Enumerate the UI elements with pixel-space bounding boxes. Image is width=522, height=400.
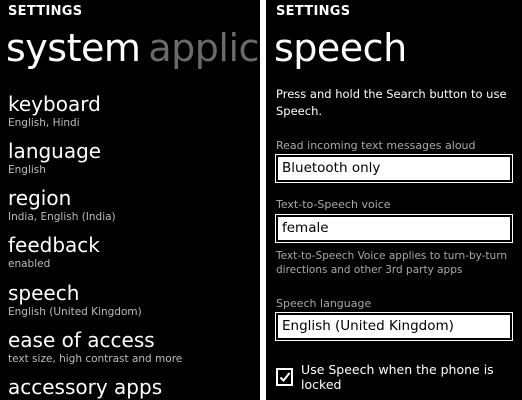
item-subtitle: text size, high contrast and more: [8, 353, 183, 365]
tts-voice-label: Text-to-Speech voice: [276, 198, 391, 211]
checkmark-icon: [279, 372, 290, 382]
item-subtitle: India, English (India): [8, 211, 116, 223]
item-subtitle: English: [8, 164, 46, 176]
settings-item-keyboard[interactable]: keyboard English, Hindi: [8, 92, 101, 130]
pivot-header: systemapplications: [6, 26, 260, 70]
speech-language-label: Speech language: [276, 297, 372, 310]
pivot-tab-system[interactable]: system: [6, 26, 141, 70]
settings-item-language[interactable]: language English: [8, 139, 101, 177]
item-title: feedback: [8, 233, 100, 257]
item-title: region: [8, 186, 72, 210]
locked-speech-checkbox[interactable]: [276, 368, 294, 386]
item-subtitle: English (United Kingdom): [8, 306, 142, 318]
settings-header: SETTINGS: [276, 4, 351, 19]
tts-note: Text-to-Speech Voice applies to turn-by-…: [276, 250, 507, 276]
item-title: ease of access: [8, 328, 155, 352]
speech-language-select[interactable]: English (United Kingdom): [275, 312, 513, 341]
locked-speech-label: Use Speech when the phone is locked: [301, 362, 494, 392]
settings-item-accessory-apps[interactable]: accessory apps: [8, 375, 162, 399]
settings-item-ease-of-access[interactable]: ease of access text size, high contrast …: [8, 328, 182, 366]
item-title: speech: [8, 281, 80, 305]
settings-header: SETTINGS: [8, 4, 83, 19]
system-settings-panel: SETTINGS systemapplications keyboard Eng…: [0, 0, 260, 400]
settings-item-region[interactable]: region India, English (India): [8, 186, 116, 224]
read-messages-select[interactable]: Bluetooth only: [275, 154, 513, 183]
read-messages-label: Read incoming text messages aloud: [276, 139, 476, 152]
item-title: language: [8, 139, 102, 163]
locked-speech-option[interactable]: Use Speech when the phone is locked: [276, 362, 522, 392]
speech-description: Press and hold the Search button to use …: [276, 87, 507, 118]
settings-item-speech[interactable]: speech English (United Kingdom): [8, 281, 142, 319]
settings-item-feedback[interactable]: feedback enabled: [8, 233, 100, 271]
item-title: accessory apps: [8, 375, 163, 399]
page-title: speech: [274, 26, 407, 70]
item-subtitle: enabled: [8, 258, 51, 270]
speech-settings-panel: SETTINGS speech Press and hold the Searc…: [266, 0, 522, 400]
tts-voice-select[interactable]: female: [275, 214, 513, 243]
item-subtitle: English, Hindi: [8, 117, 80, 129]
item-title: keyboard: [8, 92, 101, 116]
pivot-tab-applications[interactable]: applications: [148, 26, 260, 70]
